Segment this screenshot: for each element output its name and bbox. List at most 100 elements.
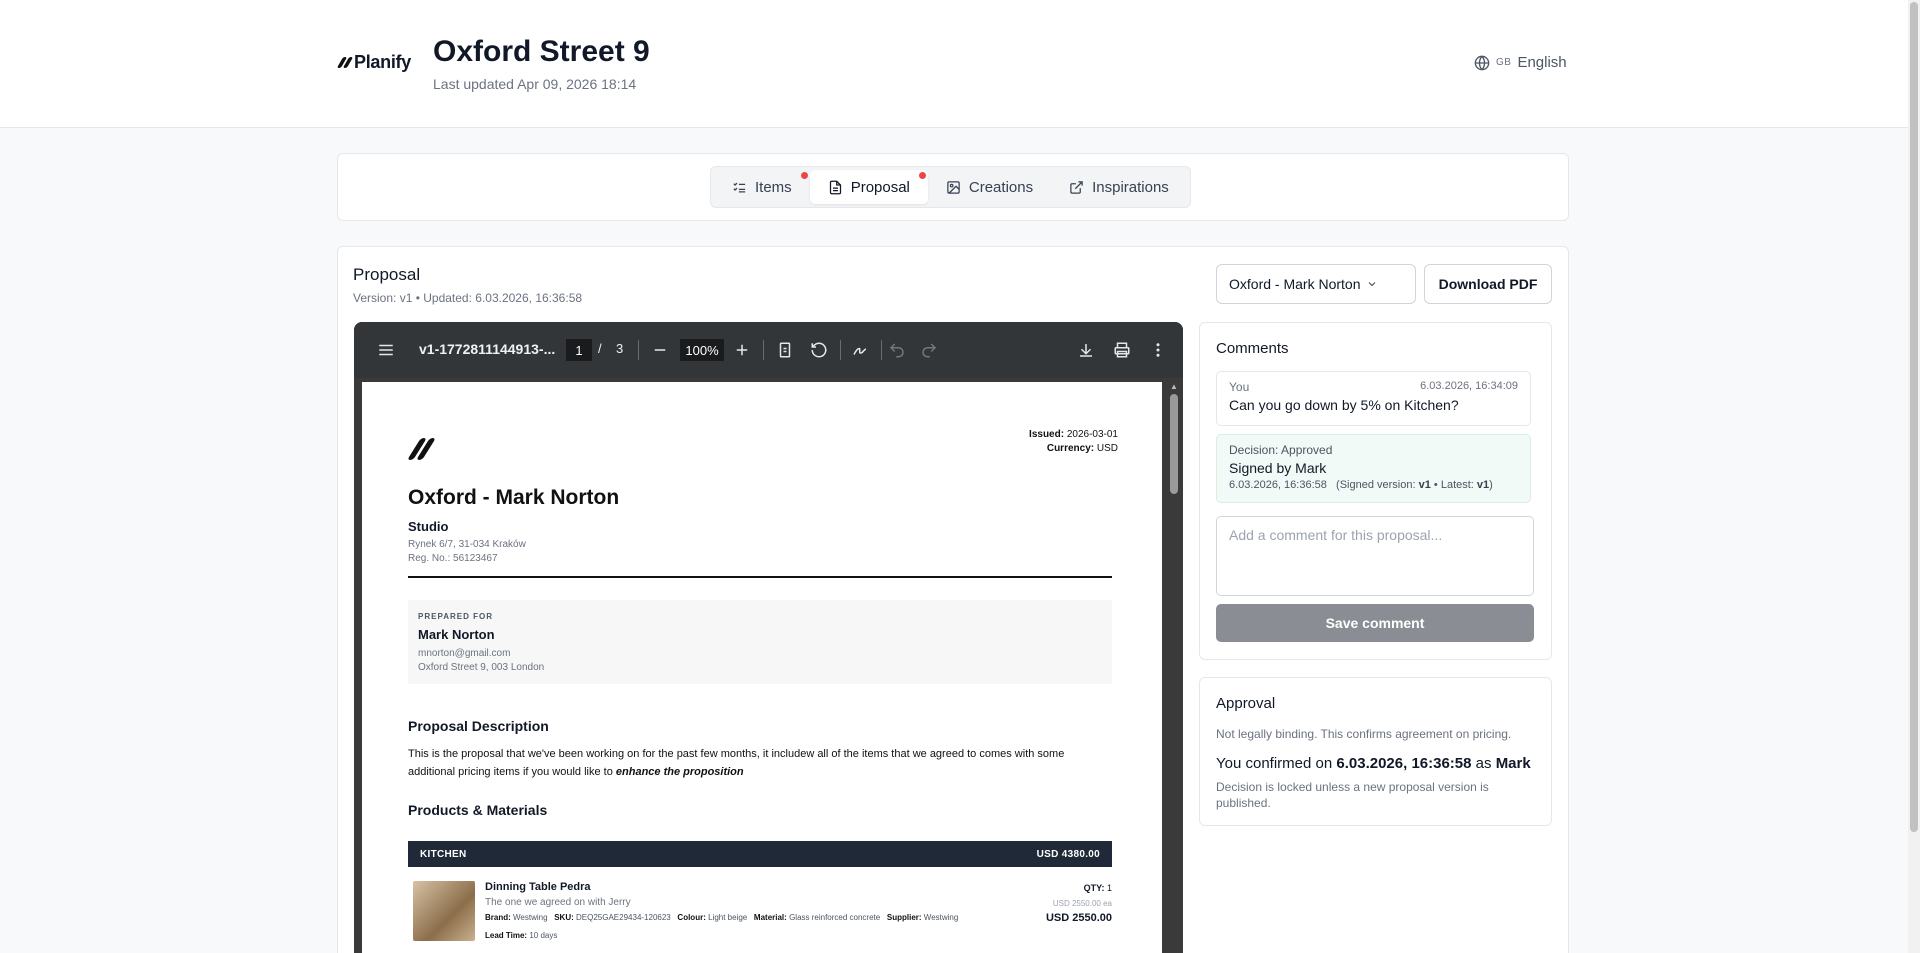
comment-item: You 6.03.2026, 16:34:09 Can you go down … bbox=[1216, 371, 1531, 426]
pdf-scrollbar[interactable]: ▲ bbox=[1167, 382, 1181, 953]
tab-creations-label: Creations bbox=[968, 178, 1034, 196]
document-icon bbox=[829, 180, 841, 194]
zoom-level[interactable]: 100% bbox=[680, 339, 724, 361]
unit-price: USD 2550.00 ea bbox=[1052, 899, 1112, 908]
top-header: Planify Oxford Street 9 Last updated Apr… bbox=[0, 0, 1908, 128]
supplier-value: Westwing bbox=[923, 913, 959, 922]
tab-proposal[interactable]: Proposal bbox=[809, 170, 928, 204]
download-icon[interactable] bbox=[1077, 341, 1095, 359]
notification-dot bbox=[918, 172, 926, 179]
pdf-filename: v1-1772811144913-... bbox=[419, 341, 556, 357]
planify-logo-icon bbox=[336, 57, 354, 68]
tab-creations[interactable]: Creations bbox=[928, 170, 1051, 204]
list-check-icon bbox=[733, 182, 746, 192]
qty-value: 1 bbox=[1106, 883, 1112, 893]
zoom-out-icon[interactable] bbox=[651, 341, 669, 359]
rotate-icon[interactable] bbox=[810, 341, 828, 359]
toolbar-divider bbox=[840, 340, 841, 360]
description-heading: Proposal Description bbox=[408, 718, 549, 734]
menu-icon[interactable] bbox=[377, 341, 395, 359]
prepared-for-box: PREPARED FOR Mark Norton mnorton@gmail.c… bbox=[408, 600, 1112, 684]
brand-label: Brand: bbox=[485, 913, 511, 922]
product-note: The one we agreed on with Jerry bbox=[485, 897, 631, 908]
prepared-for-name: Mark Norton bbox=[418, 627, 495, 642]
products-heading: Products & Materials bbox=[408, 802, 548, 818]
pdf-divider bbox=[408, 576, 1112, 578]
pdf-logo-icon bbox=[407, 438, 436, 460]
comments-title: Comments bbox=[1216, 340, 1289, 357]
confirm-date: 6.03.2026, 16:36:58 bbox=[1336, 755, 1472, 772]
description-text: This is the proposal that we've been wor… bbox=[408, 745, 1112, 781]
comment-input[interactable]: Add a comment for this proposal... bbox=[1216, 516, 1534, 596]
tab-inspirations-label: Inspirations bbox=[1092, 178, 1169, 196]
latest-version: v1 bbox=[1476, 479, 1490, 491]
studio-reg-line: Reg. No.: 56123467 bbox=[408, 553, 498, 564]
proposal-select[interactable]: Oxford - Mark Norton bbox=[1216, 264, 1416, 304]
colour-value: Light beige bbox=[708, 913, 748, 922]
brand-name: Planify bbox=[354, 52, 411, 72]
save-comment-button[interactable]: Save comment bbox=[1216, 604, 1534, 642]
page-scrollbar[interactable] bbox=[1908, 0, 1920, 953]
page-separator: / bbox=[598, 341, 602, 356]
colour-label: Colour: bbox=[677, 913, 706, 922]
language-code: GB bbox=[1496, 57, 1512, 68]
decision-meta-suffix: ) bbox=[1489, 479, 1493, 491]
redo-icon[interactable] bbox=[920, 341, 938, 359]
product-attributes: Brand: Westwing SKU: DEQ25GAE29434-12062… bbox=[485, 913, 958, 922]
page-title: Oxford Street 9 bbox=[433, 35, 650, 68]
line-total: USD 2550.00 bbox=[1045, 912, 1112, 924]
pdf-scrollbar-thumb[interactable] bbox=[1170, 394, 1178, 494]
language-selector[interactable]: GB English bbox=[1474, 54, 1567, 71]
brand-logo[interactable]: Planify bbox=[336, 52, 411, 73]
language-label: English bbox=[1517, 54, 1567, 71]
currency-value: USD bbox=[1096, 443, 1118, 454]
scroll-up-icon[interactable]: ▲ bbox=[1170, 382, 1178, 391]
toolbar-divider bbox=[763, 340, 764, 360]
page-number-input[interactable]: 1 bbox=[566, 339, 592, 361]
product-lead-time: Lead Time: 10 days bbox=[485, 931, 557, 940]
studio-address-line: Rynek 6/7, 31-034 Kraków bbox=[408, 539, 526, 550]
approval-note: Not legally binding. This confirms agree… bbox=[1216, 727, 1512, 741]
prepared-for-email: mnorton@gmail.com bbox=[418, 648, 511, 659]
decision-item: Decision: Approved Signed by Mark 6.03.2… bbox=[1216, 434, 1531, 503]
zoom-in-icon[interactable] bbox=[733, 341, 751, 359]
notification-dot bbox=[800, 172, 808, 179]
globe-icon bbox=[1474, 55, 1490, 70]
pdf-studio-name: Studio bbox=[408, 519, 449, 534]
tab-inspirations[interactable]: Inspirations bbox=[1051, 170, 1187, 204]
comment-time: 6.03.2026, 16:34:09 bbox=[1420, 380, 1518, 392]
signed-prefix: (Signed version: bbox=[1336, 479, 1416, 491]
description-emphasis: enhance the proposition bbox=[615, 766, 744, 778]
lead-label: Lead Time: bbox=[485, 931, 528, 940]
fit-page-icon[interactable] bbox=[776, 341, 794, 359]
chevron-down-icon bbox=[1369, 282, 1376, 287]
decision-time: 6.03.2026, 16:36:58 bbox=[1229, 479, 1327, 491]
tab-items-label: Items bbox=[755, 178, 792, 196]
last-updated: Last updated Apr 09, 2026 18:14 bbox=[433, 76, 637, 92]
latest-prefix: • Latest: bbox=[1433, 479, 1474, 491]
confirm-prefix: You confirmed on bbox=[1216, 755, 1333, 772]
annotate-icon[interactable] bbox=[851, 341, 869, 359]
proposal-meta: Version: v1 • Updated: 6.03.2026, 16:36:… bbox=[353, 291, 583, 305]
proposal-title: Proposal bbox=[353, 265, 421, 284]
tab-proposal-label: Proposal bbox=[850, 178, 910, 196]
prepared-for-address: Oxford Street 9, 003 London bbox=[418, 662, 545, 673]
tab-items[interactable]: Items bbox=[714, 170, 810, 204]
confirm-name: Mark bbox=[1495, 755, 1531, 772]
section-total: USD 4380.00 bbox=[1036, 848, 1100, 860]
undo-icon[interactable] bbox=[888, 341, 906, 359]
qty-label: QTY: bbox=[1083, 883, 1105, 893]
material-value: Glass reinforced concrete bbox=[789, 913, 881, 922]
supplier-label: Supplier: bbox=[886, 913, 922, 922]
more-vertical-icon[interactable] bbox=[1149, 341, 1167, 359]
page-scrollbar-thumb[interactable] bbox=[1910, 2, 1918, 832]
external-link-icon bbox=[1070, 180, 1083, 194]
approval-confirmation: You confirmed on 6.03.2026, 16:36:58 as … bbox=[1216, 755, 1531, 772]
material-label: Material: bbox=[753, 913, 787, 922]
print-icon[interactable] bbox=[1113, 341, 1131, 359]
toolbar-divider bbox=[638, 340, 639, 360]
pdf-toolbar: v1-1772811144913-... 1 / 3 100% bbox=[354, 322, 1183, 378]
section-header: KITCHEN USD 4380.00 bbox=[408, 841, 1112, 867]
tab-bar: Items Proposal Creations Inspirations bbox=[710, 166, 1191, 208]
download-pdf-button[interactable]: Download PDF bbox=[1424, 264, 1552, 304]
